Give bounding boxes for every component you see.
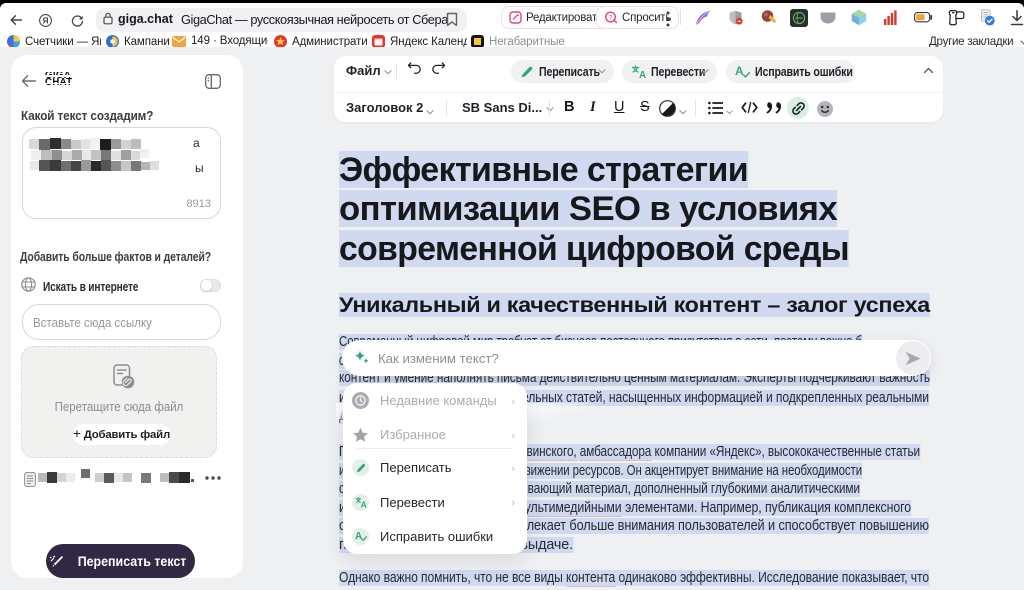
svg-text:Я: Я [42, 15, 48, 25]
svg-text:A: A [355, 531, 362, 542]
svg-text:?: ? [609, 14, 613, 21]
svg-text:A: A [360, 499, 366, 508]
